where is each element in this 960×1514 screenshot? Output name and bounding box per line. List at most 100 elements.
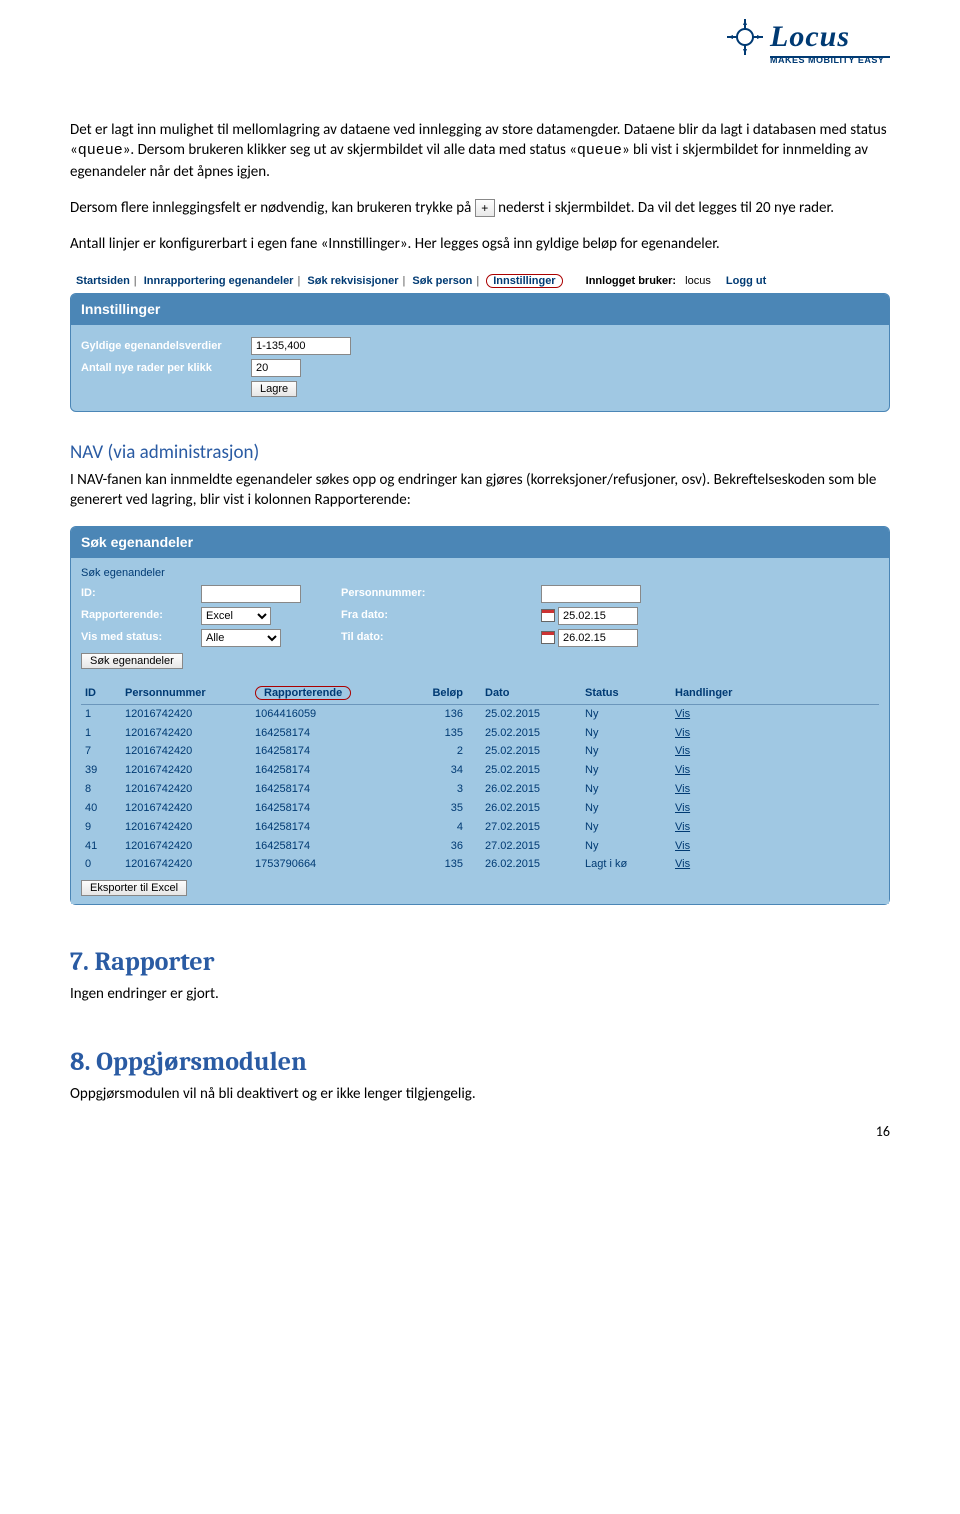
cell-pnr: 12016742420 <box>121 855 251 874</box>
label-vis-status: Vis med status: <box>81 630 201 645</box>
page-number: 16 <box>876 1123 890 1140</box>
cell-action: Vis <box>671 724 879 743</box>
cell-id: 9 <box>81 818 121 837</box>
cell-pnr: 12016742420 <box>121 837 251 856</box>
table-row: 39120167424201642581743425.02.2015NyVis <box>81 761 879 780</box>
cell-status: Ny <box>581 799 671 818</box>
cell-dato: 27.02.2015 <box>481 837 581 856</box>
paragraph-rapporter: Ingen endringer er gjort. <box>70 984 890 1004</box>
input-fra-dato[interactable] <box>558 607 638 625</box>
paragraph-1: Det er lagt inn mulighet til mellomlagri… <box>70 120 890 182</box>
cell-action: Vis <box>671 742 879 761</box>
calendar-icon[interactable] <box>541 609 555 622</box>
results-table: ID Personnummer Rapporterende Beløp Dato… <box>81 683 879 874</box>
cell-rap: 1064416059 <box>251 704 421 723</box>
label-fra-dato: Fra dato: <box>341 608 541 623</box>
cell-rap: 164258174 <box>251 837 421 856</box>
cell-id: 41 <box>81 837 121 856</box>
cell-id: 0 <box>81 855 121 874</box>
cell-status: Ny <box>581 818 671 837</box>
cell-dato: 25.02.2015 <box>481 742 581 761</box>
cell-dato: 26.02.2015 <box>481 799 581 818</box>
nav-sok-rekvisisjoner[interactable]: Søk rekvisisjoner <box>307 275 398 287</box>
col-pnr[interactable]: Personnummer <box>121 683 251 704</box>
label-egenandelsverdier: Gyldige egenandelsverdier <box>81 339 251 354</box>
col-belop[interactable]: Beløp <box>421 683 481 704</box>
vis-link[interactable]: Vis <box>675 802 690 814</box>
cell-status: Ny <box>581 704 671 723</box>
eksporter-button[interactable]: Eksporter til Excel <box>81 880 187 896</box>
cell-dato: 25.02.2015 <box>481 724 581 743</box>
lagre-button[interactable]: Lagre <box>251 381 297 397</box>
cell-rap: 164258174 <box>251 799 421 818</box>
cell-belop: 4 <box>421 818 481 837</box>
cell-action: Vis <box>671 799 879 818</box>
col-rapporterende[interactable]: Rapporterende <box>251 683 421 704</box>
input-til-dato[interactable] <box>558 629 638 647</box>
nav-innstillinger[interactable]: Innstillinger <box>486 274 562 288</box>
vis-link[interactable]: Vis <box>675 858 690 870</box>
cell-rap: 164258174 <box>251 780 421 799</box>
nav-bar: Startsiden| Innrapportering egenandeler|… <box>70 270 890 293</box>
col-status[interactable]: Status <box>581 683 671 704</box>
cell-belop: 36 <box>421 837 481 856</box>
paragraph-2: Dersom flere innleggingsfelt er nødvendi… <box>70 198 890 218</box>
vis-link[interactable]: Vis <box>675 708 690 720</box>
cell-belop: 35 <box>421 799 481 818</box>
input-pnr[interactable] <box>541 585 641 603</box>
input-egenandelsverdier[interactable] <box>251 337 351 355</box>
cell-action: Vis <box>671 704 879 723</box>
cell-pnr: 12016742420 <box>121 799 251 818</box>
cell-belop: 2 <box>421 742 481 761</box>
nav-logout[interactable]: Logg ut <box>726 275 766 287</box>
cell-status: Ny <box>581 837 671 856</box>
paragraph-nav: I NAV-fanen kan innmeldte egenandeler sø… <box>70 470 890 511</box>
sok-button[interactable]: Søk egenandeler <box>81 653 183 669</box>
select-vis-status[interactable]: Alle <box>201 629 281 647</box>
cell-dato: 26.02.2015 <box>481 780 581 799</box>
cell-dato: 25.02.2015 <box>481 704 581 723</box>
cell-status: Ny <box>581 761 671 780</box>
cell-belop: 3 <box>421 780 481 799</box>
input-antall-rader[interactable] <box>251 359 301 377</box>
cell-pnr: 12016742420 <box>121 704 251 723</box>
cell-id: 39 <box>81 761 121 780</box>
heading-nav: NAV (via administrasjon) <box>70 440 890 466</box>
vis-link[interactable]: Vis <box>675 783 690 795</box>
cell-dato: 25.02.2015 <box>481 761 581 780</box>
cell-belop: 135 <box>421 724 481 743</box>
sok-subhead: Søk egenandeler <box>81 566 879 581</box>
col-id[interactable]: ID <box>81 683 121 704</box>
table-row: 812016742420164258174326.02.2015NyVis <box>81 780 879 799</box>
vis-link[interactable]: Vis <box>675 821 690 833</box>
cell-status: Ny <box>581 780 671 799</box>
nav-innrapportering[interactable]: Innrapportering egenandeler <box>144 275 294 287</box>
cell-status: Lagt i kø <box>581 855 671 874</box>
nav-startsiden[interactable]: Startsiden <box>76 275 130 287</box>
screenshot-sok-egenandeler: Søk egenandeler Søk egenandeler ID: Pers… <box>70 526 890 905</box>
cell-pnr: 12016742420 <box>121 818 251 837</box>
cell-dato: 26.02.2015 <box>481 855 581 874</box>
vis-link[interactable]: Vis <box>675 764 690 776</box>
nav-sok-person[interactable]: Søk person <box>412 275 472 287</box>
col-handlinger[interactable]: Handlinger <box>671 683 879 704</box>
cell-pnr: 12016742420 <box>121 761 251 780</box>
table-row: 41120167424201642581743627.02.2015Ny Vis <box>81 837 879 856</box>
cell-id: 7 <box>81 742 121 761</box>
vis-link[interactable]: Vis <box>675 840 690 852</box>
vis-link[interactable]: Vis <box>675 727 690 739</box>
cell-rap: 164258174 <box>251 761 421 780</box>
calendar-icon[interactable] <box>541 631 555 644</box>
cell-status: Ny <box>581 724 671 743</box>
select-rapporterende[interactable]: Excel <box>201 607 271 625</box>
cell-id: 1 <box>81 724 121 743</box>
input-id[interactable] <box>201 585 301 603</box>
col-dato[interactable]: Dato <box>481 683 581 704</box>
cell-id: 40 <box>81 799 121 818</box>
vis-link[interactable]: Vis <box>675 745 690 757</box>
table-row: 112016742420106441605913625.02.2015NyVis <box>81 704 879 723</box>
table-row: 712016742420164258174225.02.2015NyVis <box>81 742 879 761</box>
logged-in-label: Innlogget bruker: <box>586 275 676 287</box>
table-row: 40120167424201642581743526.02.2015Ny Vis <box>81 799 879 818</box>
cell-action: Vis <box>671 761 879 780</box>
